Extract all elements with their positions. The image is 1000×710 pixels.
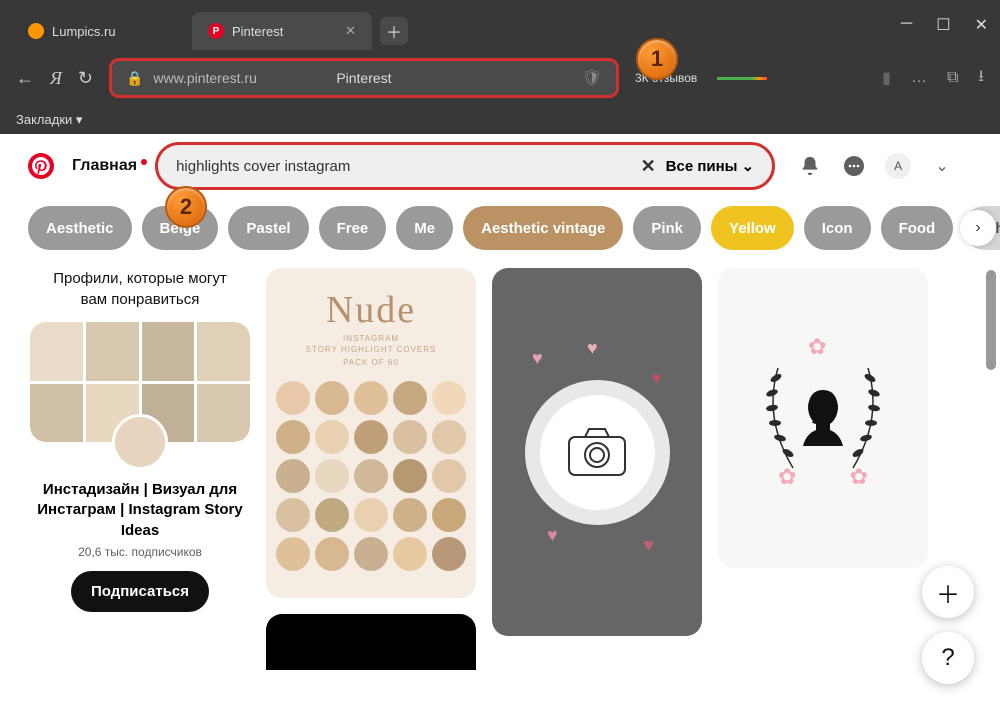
help-button[interactable]: ? xyxy=(922,632,974,684)
chip-aesthetic-vintage[interactable]: Aesthetic vintage xyxy=(463,206,623,250)
new-tab-button[interactable]: ＋ xyxy=(380,17,408,45)
url-text: www.pinterest.ru xyxy=(153,70,256,86)
pin-camera-hearts[interactable]: ♥ ♥ ♥ ♥ ♥ xyxy=(492,268,702,636)
bell-icon[interactable] xyxy=(797,153,823,179)
laurel-icon xyxy=(748,338,898,498)
pin-black[interactable] xyxy=(266,614,476,670)
more-icon[interactable]: … xyxy=(911,69,927,87)
chip-pink[interactable]: Pink xyxy=(633,206,701,250)
home-link[interactable]: Главная xyxy=(72,157,137,175)
user-avatar[interactable]: A xyxy=(885,153,911,179)
chip-food[interactable]: Food xyxy=(881,206,954,250)
tab-title: Lumpics.ru xyxy=(52,24,116,39)
chip-icon[interactable]: Icon xyxy=(804,206,871,250)
minimize-icon[interactable]: ─ xyxy=(901,15,912,35)
favicon-lumpics xyxy=(28,23,44,39)
chip-me[interactable]: Me xyxy=(396,206,453,250)
camera-icon xyxy=(565,425,629,479)
browser-toolbar: ← Я ↻ 🔒 www.pinterest.ru Pinterest 🛡 3К … xyxy=(0,50,1000,106)
annotation-badge-1: 1 xyxy=(636,38,678,80)
back-icon[interactable]: ← xyxy=(16,68,34,89)
pin-title: Nude xyxy=(326,288,416,332)
window-controls: ─ ☐ ✕ xyxy=(901,15,988,35)
browser-tab-pinterest[interactable]: P Pinterest ✕ xyxy=(192,12,372,50)
profile-avatar[interactable] xyxy=(112,414,168,470)
bookmarks-bar[interactable]: Закладки ▾ xyxy=(0,106,1000,134)
bookmark-icon[interactable]: ▮ xyxy=(882,68,891,88)
favicon-pinterest: P xyxy=(208,23,224,39)
close-window-icon[interactable]: ✕ xyxy=(975,15,988,35)
search-filter[interactable]: Все пины ⌄ xyxy=(666,157,754,175)
profile-name[interactable]: Инстадизайн | Визуал для Инстаграм | Ins… xyxy=(30,480,250,541)
close-icon[interactable]: ✕ xyxy=(345,23,356,39)
address-bar[interactable]: 🔒 www.pinterest.ru Pinterest 🛡 xyxy=(109,58,619,98)
tab-title: Pinterest xyxy=(232,24,283,39)
chat-icon[interactable] xyxy=(841,153,867,179)
chevron-down-icon[interactable]: ⌄ xyxy=(929,153,955,179)
lock-icon: 🔒 xyxy=(126,70,143,87)
pins-grid: Профили, которые могут вам понравиться И… xyxy=(0,258,1000,680)
pin-nude-covers[interactable]: Nude INSTAGRAM STORY HIGHLIGHT COVERS PA… xyxy=(266,268,476,598)
pin-laurel-silhouette[interactable]: ✿ ✿ ✿ xyxy=(718,268,928,568)
chip-pastel[interactable]: Pastel xyxy=(228,206,308,250)
suggestion-text: Профили, которые могут вам понравиться xyxy=(30,268,250,310)
shield-icon[interactable]: 🛡 xyxy=(582,68,602,88)
search-input[interactable] xyxy=(176,158,630,175)
downloads-icon[interactable]: ⭳ xyxy=(978,65,984,92)
bookmarks-label[interactable]: Закладки ▾ xyxy=(16,112,82,128)
chip-aesthetic[interactable]: Aesthetic xyxy=(28,206,132,250)
chips-scroll-right[interactable]: › xyxy=(960,210,996,246)
add-button[interactable]: ＋ xyxy=(922,566,974,618)
subscribe-button[interactable]: Подписаться xyxy=(71,571,209,612)
yandex-icon[interactable]: Я xyxy=(50,68,62,89)
fab-group: ＋ ? xyxy=(922,566,974,684)
extensions-icon[interactable]: ⧉ xyxy=(947,69,958,87)
pin-sub2: STORY HIGHLIGHT COVERS xyxy=(306,345,437,354)
reload-icon[interactable]: ↻ xyxy=(78,68,93,89)
pinterest-logo[interactable] xyxy=(28,153,54,179)
chevron-down-icon: ⌄ xyxy=(742,157,755,175)
maximize-icon[interactable]: ☐ xyxy=(936,15,950,35)
reviews-bar xyxy=(717,77,767,80)
clear-search-icon[interactable]: ✕ xyxy=(641,156,656,177)
scrollbar[interactable] xyxy=(986,270,996,370)
pinterest-header: Главная ✕ Все пины ⌄ A ⌄ xyxy=(0,134,1000,198)
annotation-badge-2: 2 xyxy=(165,186,207,228)
pin-sub3: PACK OF 60 xyxy=(343,358,399,367)
pinterest-page: Главная ✕ Все пины ⌄ A ⌄ 2 Aesthetic Bei… xyxy=(0,134,1000,710)
page-title: Pinterest xyxy=(336,70,391,86)
browser-tab-lumpics[interactable]: Lumpics.ru xyxy=(12,12,192,50)
chip-free[interactable]: Free xyxy=(319,206,387,250)
search-bar: ✕ Все пины ⌄ xyxy=(155,142,775,190)
pin-sub1: INSTAGRAM xyxy=(343,334,399,343)
chip-yellow[interactable]: Yellow xyxy=(711,206,794,250)
profile-followers: 20,6 тыс. подписчиков xyxy=(30,545,250,559)
filter-chips-row: Aesthetic Beige Pastel Free Me Aesthetic… xyxy=(0,198,1000,258)
browser-titlebar: Lumpics.ru P Pinterest ✕ ＋ ─ ☐ ✕ xyxy=(0,0,1000,50)
profile-suggestion-card: Профили, которые могут вам понравиться И… xyxy=(30,268,250,612)
